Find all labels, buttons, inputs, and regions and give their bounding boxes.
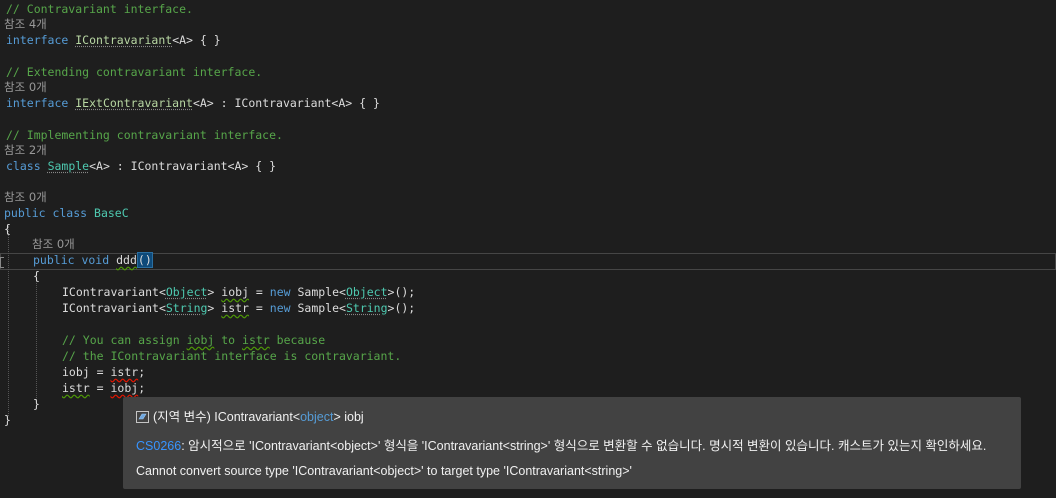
code-line[interactable]: istr = iobj; — [62, 380, 145, 396]
keyword: interface — [6, 33, 69, 47]
codelens-references[interactable]: 참조 0개 — [32, 237, 75, 251]
code-text: <A> : IContravariant<A> { } — [89, 159, 277, 173]
code-line-current[interactable]: public void ddd() — [33, 252, 153, 268]
tooltip-error-english: Cannot convert source type 'IContravaria… — [136, 464, 632, 478]
code-line[interactable]: interface IContravariant<A> { } — [6, 32, 221, 48]
close-brace: } — [33, 397, 40, 411]
paren-match: () — [136, 252, 153, 268]
indent-guide — [8, 226, 9, 416]
code-line[interactable]: iobj = istr; — [62, 364, 145, 380]
keyword: public class — [4, 206, 88, 220]
code-line[interactable]: interface IExtContravariant<A> : IContra… — [6, 95, 380, 111]
error-istr[interactable]: istr — [110, 365, 138, 379]
open-brace: { — [4, 222, 11, 236]
breakpoint-margin-marker[interactable] — [0, 257, 4, 268]
type-name[interactable]: Object — [166, 285, 208, 299]
codelens-references[interactable]: 참조 0개 — [4, 80, 47, 94]
codelens-references[interactable]: 참조 0개 — [4, 190, 47, 204]
local-variable-icon — [136, 411, 149, 423]
tooltip-error-korean: CS0266: 암시적으로 'IContravariant<object>' 형… — [136, 439, 987, 453]
code-line[interactable]: class Sample<A> : IContravariant<A> { } — [6, 158, 276, 174]
codelens-references[interactable]: 참조 2개 — [4, 143, 47, 157]
code-editor[interactable]: // Contravariant interface. 참조 4개 interf… — [0, 0, 1056, 498]
current-line-highlight — [0, 253, 1056, 270]
method-name[interactable]: ddd — [116, 253, 137, 267]
code-text: <A> { } — [172, 33, 221, 47]
type-name[interactable]: IExtContravariant — [75, 96, 193, 110]
type-name[interactable]: String — [166, 301, 208, 315]
close-brace: } — [4, 413, 11, 427]
code-comment: // Extending contravariant interface. — [6, 65, 263, 79]
code-line[interactable]: public class BaseC — [4, 205, 129, 221]
indent-guide — [36, 274, 37, 402]
code-line[interactable]: IContravariant<String> istr = new Sample… — [62, 300, 415, 316]
quick-info-tooltip[interactable]: (지역 변수) IContravariant<object> iobj CS02… — [123, 397, 1021, 489]
type-name[interactable]: IContravariant — [75, 33, 172, 47]
keyword: public void — [33, 253, 110, 267]
code-line[interactable]: IContravariant<Object> iobj = new Sample… — [62, 284, 415, 300]
variable-iobj[interactable]: iobj — [221, 285, 249, 299]
error-code-link[interactable]: CS0266 — [136, 439, 181, 453]
code-comment: // Contravariant interface. — [6, 2, 193, 16]
error-iobj[interactable]: iobj — [110, 381, 138, 395]
code-comment: // You can assign iobj to istr because — [62, 333, 326, 347]
code-comment: // Implementing contravariant interface. — [6, 128, 283, 142]
code-text: <A> : IContravariant<A> { } — [192, 96, 380, 110]
open-brace: { — [33, 269, 40, 283]
codelens-references[interactable]: 참조 4개 — [4, 17, 47, 31]
variable-istr[interactable]: istr — [221, 301, 249, 315]
class-name[interactable]: Sample — [48, 159, 90, 173]
tooltip-signature: (지역 변수) IContravariant<object> iobj — [136, 406, 364, 425]
code-comment: // the IContravariant interface is contr… — [62, 349, 402, 363]
keyword: class — [6, 159, 41, 173]
keyword: interface — [6, 96, 69, 110]
class-name[interactable]: BaseC — [94, 206, 129, 220]
